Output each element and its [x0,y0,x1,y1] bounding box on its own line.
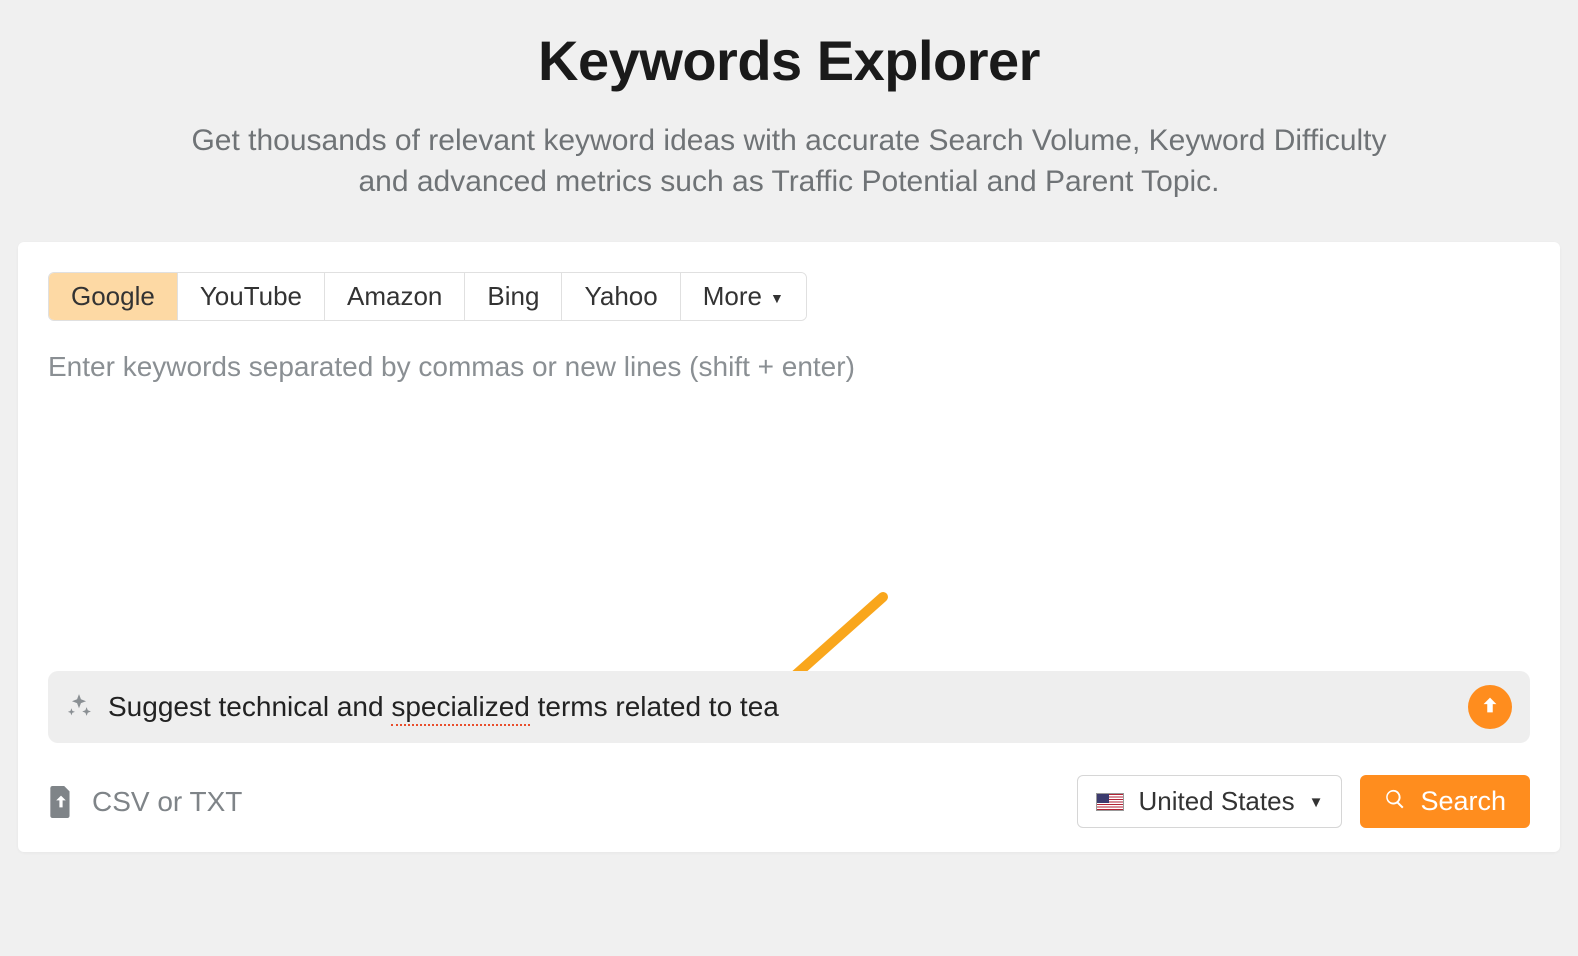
bottom-controls: CSV or TXT United States ▼ Search [48,775,1530,828]
engine-tab-bing[interactable]: Bing [465,273,562,320]
ai-text-prefix: Suggest technical and [108,691,391,722]
engine-tab-label: Bing [487,281,539,312]
ai-submit-button[interactable] [1468,685,1512,729]
file-upload-icon [48,786,74,818]
explorer-card: Google YouTube Amazon Bing Yahoo More ▼ … [18,242,1560,852]
engine-tab-youtube[interactable]: YouTube [178,273,325,320]
ai-text-flagged: specialized [391,691,530,723]
page-title: Keywords Explorer [78,28,1500,93]
engine-tab-label: More [703,281,762,312]
search-button[interactable]: Search [1360,775,1530,828]
upload-label: CSV or TXT [92,786,242,818]
search-button-label: Search [1420,786,1506,817]
ai-suggest-input[interactable]: Suggest technical and specialized terms … [108,691,1452,723]
upload-file-button[interactable]: CSV or TXT [48,786,242,818]
country-label: United States [1138,786,1294,817]
engine-tab-google[interactable]: Google [49,273,178,320]
engine-tab-amazon[interactable]: Amazon [325,273,465,320]
keywords-textarea[interactable]: Enter keywords separated by commas or ne… [48,351,1530,661]
us-flag-icon [1096,793,1124,811]
arrow-up-icon [1479,694,1501,721]
ai-suggest-row: Suggest technical and specialized terms … [48,671,1530,743]
chevron-down-icon: ▼ [1309,794,1324,811]
country-select[interactable]: United States ▼ [1077,775,1342,828]
engine-tab-label: Amazon [347,281,442,312]
engine-tab-label: Yahoo [584,281,657,312]
search-engine-tabs: Google YouTube Amazon Bing Yahoo More ▼ [48,272,807,321]
chevron-down-icon: ▼ [770,290,784,306]
page-subtitle: Get thousands of relevant keyword ideas … [179,121,1399,202]
engine-tab-more[interactable]: More ▼ [681,273,806,320]
textarea-placeholder: Enter keywords separated by commas or ne… [48,351,855,382]
page-header: Keywords Explorer Get thousands of relev… [18,18,1560,242]
sparkle-icon [66,692,92,723]
engine-tab-label: YouTube [200,281,302,312]
ai-text-suffix: terms related to tea [530,691,779,722]
engine-tab-yahoo[interactable]: Yahoo [562,273,680,320]
search-icon [1384,786,1406,817]
engine-tab-label: Google [71,281,155,312]
